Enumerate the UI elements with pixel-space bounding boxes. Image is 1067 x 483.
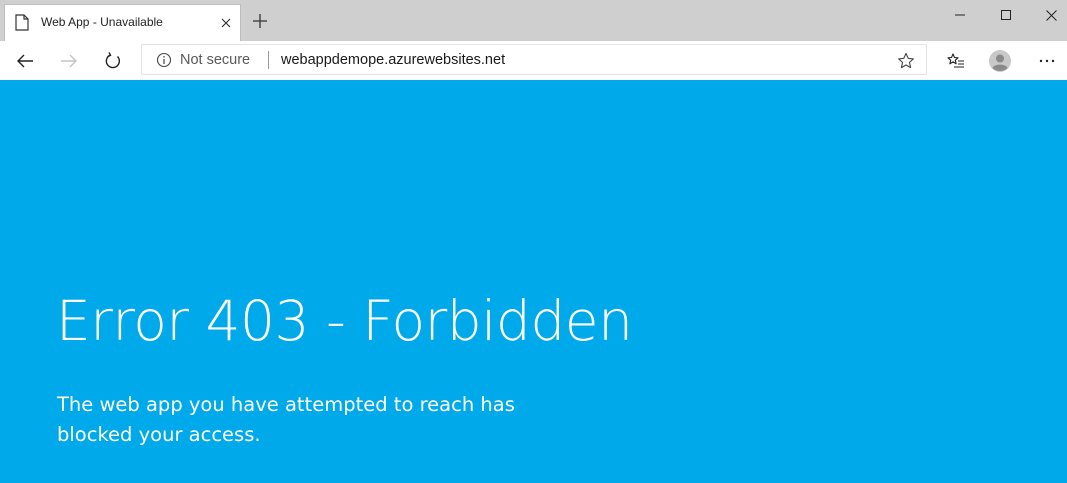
refresh-icon[interactable] (97, 45, 129, 77)
more-icon[interactable] (1031, 45, 1063, 77)
error-message: The web app you have attempted to reach … (57, 393, 515, 446)
profile-avatar-icon[interactable] (984, 45, 1016, 77)
favorites-list-icon[interactable] (940, 45, 972, 77)
close-tab-icon[interactable] (216, 13, 236, 33)
error-title: Error 403 - Forbidden (56, 289, 633, 353)
info-icon[interactable] (156, 52, 172, 68)
browser-tab[interactable]: Web App - Unavailable (4, 4, 241, 41)
tab-strip: Web App - Unavailable (0, 0, 1067, 41)
address-bar[interactable]: Not secure webappdemope.azurewebsites.ne… (141, 44, 927, 75)
url-text[interactable]: webappdemope.azurewebsites.net (281, 52, 505, 68)
page-icon (15, 14, 29, 31)
star-icon[interactable] (896, 51, 916, 71)
address-separator (268, 51, 269, 69)
new-tab-plus-icon[interactable] (249, 10, 271, 32)
back-arrow-icon[interactable] (9, 45, 41, 77)
forward-arrow-icon[interactable] (53, 45, 85, 77)
minimize-icon[interactable] (937, 0, 983, 30)
security-label[interactable]: Not secure (180, 52, 250, 68)
page-content: Error 403 - Forbidden The web app you ha… (0, 80, 1067, 483)
maximize-icon[interactable] (983, 0, 1029, 30)
browser-toolbar: Not secure webappdemope.azurewebsites.ne… (0, 41, 1067, 80)
tab-title: Web App - Unavailable (41, 15, 163, 29)
close-window-icon[interactable] (1028, 0, 1067, 30)
